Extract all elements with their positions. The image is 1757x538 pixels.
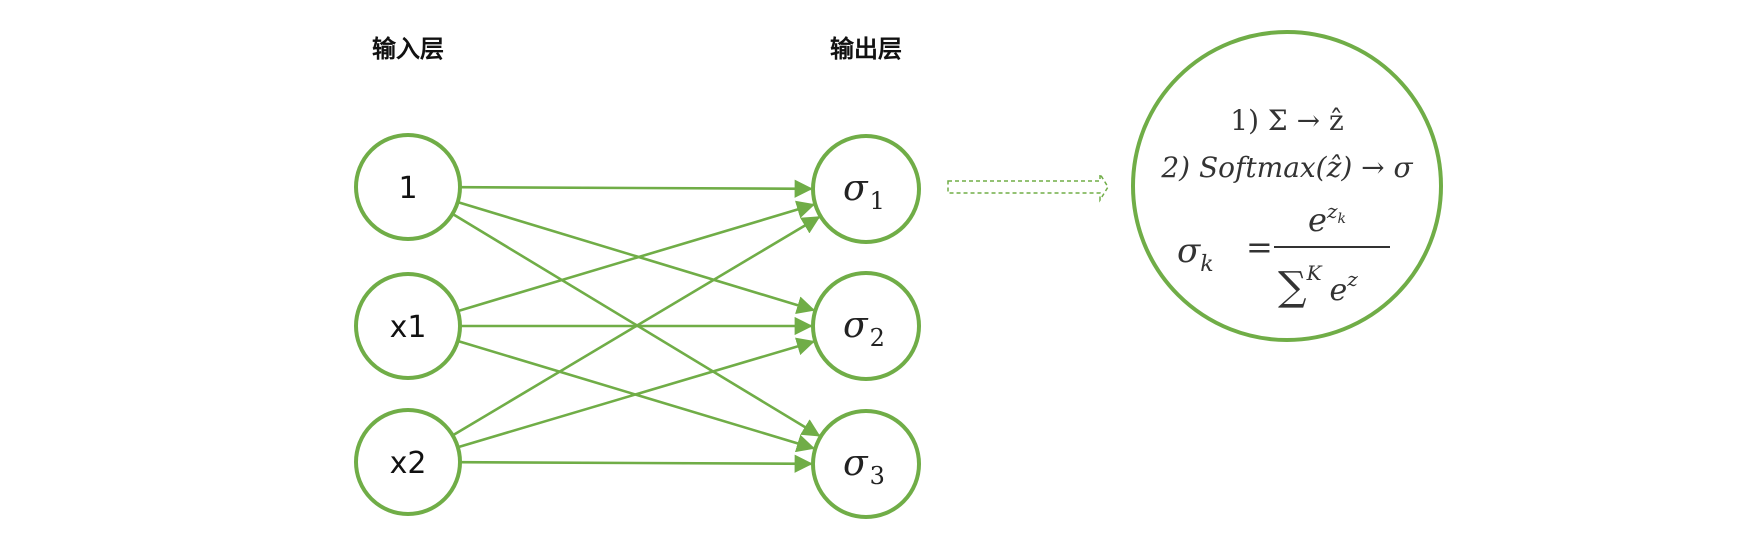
input-layer-title: 输入层 bbox=[372, 35, 444, 63]
input-node-label: 1 bbox=[398, 171, 417, 206]
input-node-x2: x2 bbox=[354, 408, 462, 516]
denominator-exp: z bbox=[1346, 267, 1358, 291]
output-node-sigma-2: σ2 bbox=[811, 271, 921, 381]
sigma-symbol: σ bbox=[843, 443, 869, 484]
formula-line-2: 2) Softmax(ẑ) → σ bbox=[1160, 151, 1413, 184]
input-node-x1: x1 bbox=[354, 272, 462, 380]
numerator-exp-sub: k bbox=[1337, 211, 1345, 227]
numerator-exp: z bbox=[1326, 199, 1338, 223]
lhs-symbol: σ bbox=[1177, 231, 1201, 271]
sigma-subscript: 1 bbox=[870, 187, 885, 215]
sigma-subscript: 3 bbox=[870, 462, 885, 490]
lhs-subscript: k bbox=[1200, 252, 1213, 277]
connection-edges bbox=[451, 179, 821, 473]
denominator-sum: ∑ bbox=[1278, 264, 1307, 310]
sigma-symbol: σ bbox=[843, 305, 869, 346]
input-node-label: x2 bbox=[390, 446, 427, 481]
formula-panel: 1) Σ → ẑ 2) Softmax(ẑ) → σ σk = ezk ∑K ez bbox=[1131, 30, 1443, 342]
output-node-sigma-1: σ1 bbox=[811, 134, 921, 244]
dashed-arrow-icon bbox=[947, 171, 1109, 203]
softmax-network-diagram: 输入层 输出层 1 x1 x2 σ1 σ2 σ3 1) Σ → ẑ 2) Sof… bbox=[354, 30, 1443, 519]
softmax-equals: = bbox=[1246, 228, 1273, 266]
output-node-sigma-3: σ3 bbox=[811, 409, 921, 519]
edge-input-3-to-output-3 bbox=[459, 454, 813, 473]
formula-line-1: 1) Σ → ẑ bbox=[1230, 104, 1343, 137]
output-layer-title: 输出层 bbox=[830, 35, 902, 63]
input-node-label: x1 bbox=[390, 310, 427, 345]
edge-input-1-to-output-1 bbox=[459, 179, 813, 198]
sigma-symbol: σ bbox=[843, 168, 869, 209]
input-node-1: 1 bbox=[354, 133, 462, 241]
denominator-base: e bbox=[1330, 273, 1348, 308]
numerator-base: e bbox=[1308, 201, 1327, 239]
edge-input-2-to-output-1 bbox=[457, 200, 816, 313]
denominator-sum-sup: K bbox=[1306, 261, 1323, 285]
sigma-subscript: 2 bbox=[870, 324, 885, 352]
